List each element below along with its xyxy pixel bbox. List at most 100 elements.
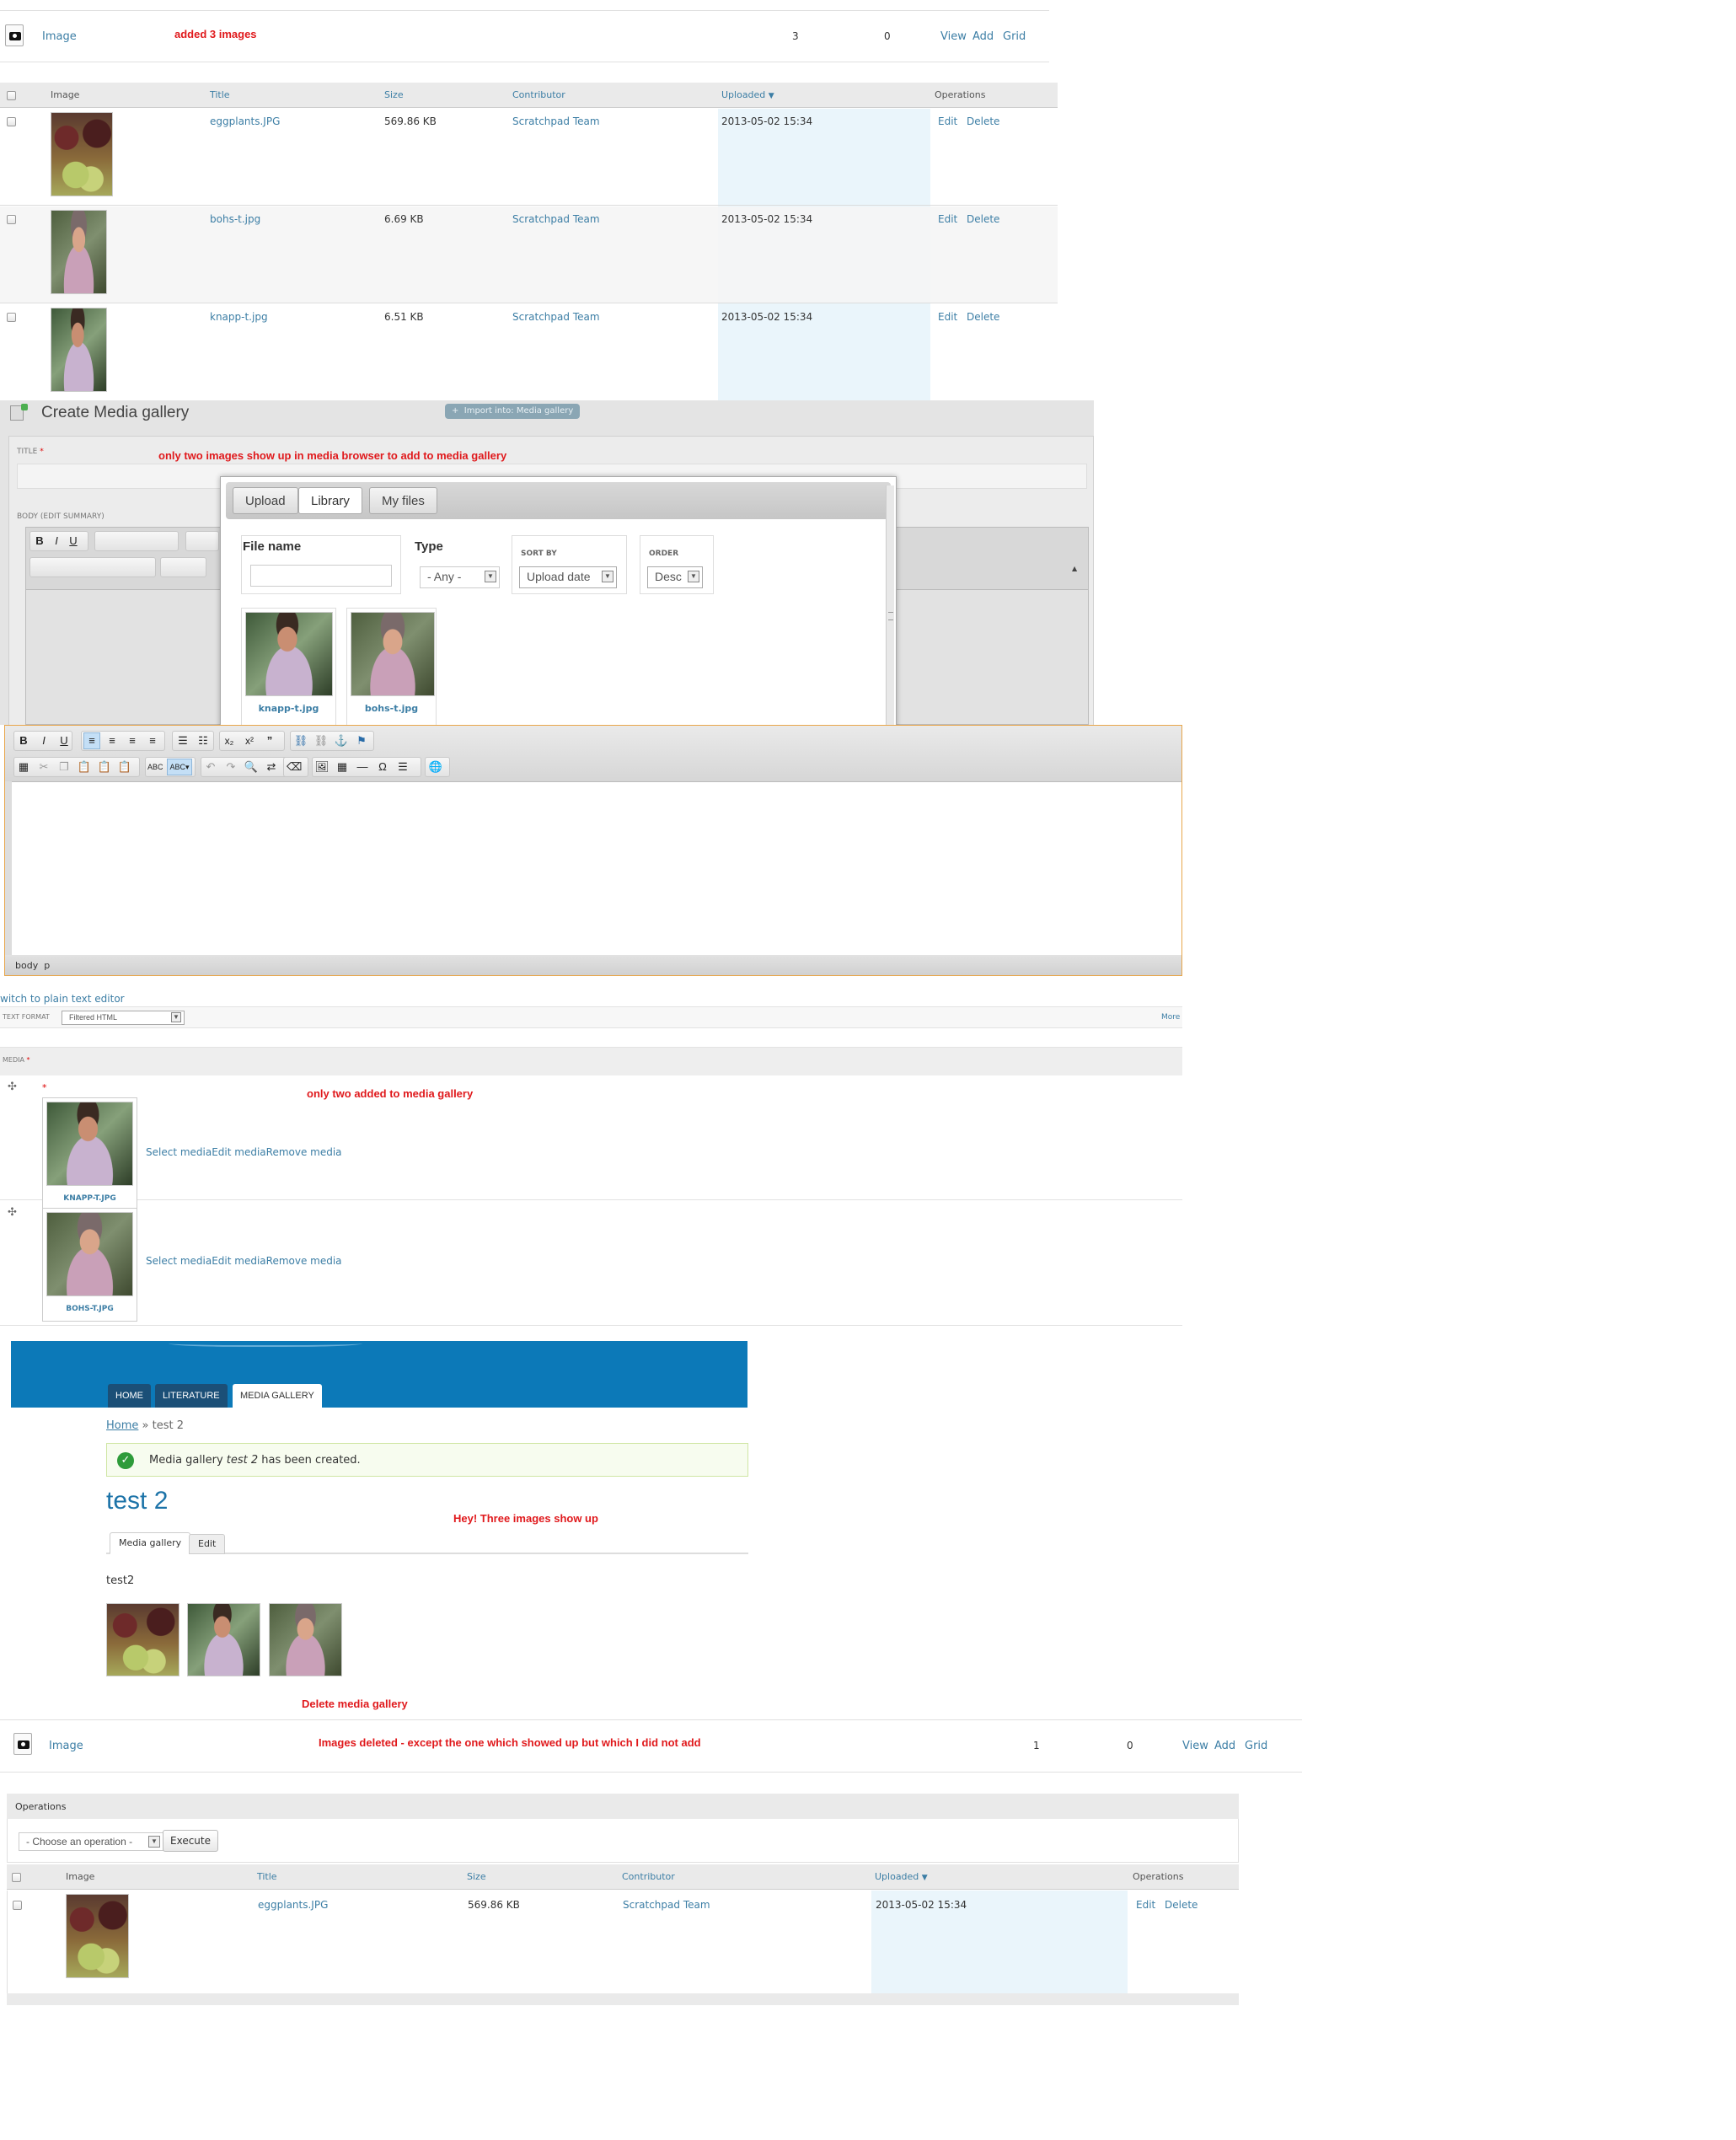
tab-edit[interactable]: Edit (189, 1534, 226, 1554)
col-title[interactable]: Title (210, 83, 230, 108)
align-justify-icon[interactable]: ≡ (144, 732, 161, 749)
contributor-link[interactable]: Scratchpad Team (623, 1899, 710, 1911)
tab-my-files[interactable]: My files (369, 487, 437, 514)
find-icon[interactable]: 🔍 (243, 759, 260, 775)
grid-link[interactable]: Grid (1245, 1740, 1267, 1752)
eggplants-thumbnail[interactable] (66, 1894, 129, 1978)
drag-handle-icon[interactable]: ✣ (8, 1081, 17, 1093)
gallery-thumbnail-eggplants[interactable] (106, 1603, 179, 1676)
image-type-link[interactable]: Image (42, 30, 77, 43)
replace-icon[interactable]: ⇄ (263, 759, 280, 775)
delete-link[interactable]: Delete (967, 115, 999, 127)
select-all-checkbox[interactable] (12, 1873, 21, 1882)
contributor-link[interactable]: Scratchpad Team (512, 115, 600, 127)
bold-button-bg[interactable]: B (31, 533, 48, 550)
library-item[interactable]: knapp-t.jpg (241, 608, 336, 725)
blockquote-icon[interactable]: ” (261, 732, 278, 749)
edit-link[interactable]: Edit (938, 213, 957, 225)
spellcheck-as-you-type-icon[interactable]: ABC▾ (167, 759, 192, 775)
delete-link[interactable]: Delete (967, 213, 999, 225)
image-icon[interactable]: 🖼 (313, 759, 330, 775)
library-item[interactable]: bohs-t.jpg (346, 608, 437, 725)
row-checkbox[interactable] (7, 215, 16, 224)
nav-literature[interactable]: LITERATURE (155, 1384, 228, 1408)
editor-content-area[interactable] (12, 781, 1181, 955)
breadcrumb-home[interactable]: Home (106, 1419, 138, 1432)
import-button[interactable]: + Import into: Media gallery (445, 404, 580, 419)
grid-link[interactable]: Grid (1003, 30, 1026, 43)
sort-by-select[interactable]: Upload date ▼ (519, 566, 617, 588)
nav-media-gallery[interactable]: MEDIA GALLERY (233, 1384, 322, 1408)
col-uploaded[interactable]: Uploaded ▼ (721, 83, 774, 108)
italic-button-bg[interactable]: I (48, 533, 65, 550)
operation-select[interactable]: - Choose an operation - ▼ (19, 1832, 163, 1851)
media-preview[interactable]: KNAPP-T.JPG (42, 1097, 137, 1211)
row-checkbox[interactable] (7, 117, 16, 126)
underline-button[interactable]: U (56, 732, 72, 749)
file-name-input[interactable] (250, 565, 392, 587)
media-actions-links[interactable]: Select mediaEdit mediaRemove media (146, 1146, 342, 1158)
order-select[interactable]: Desc ▼ (647, 566, 703, 588)
undo-icon[interactable]: ↶ (202, 759, 219, 775)
gallery-thumbnail-bohs[interactable] (269, 1603, 342, 1676)
spellcheck-icon[interactable]: ABC (147, 759, 163, 775)
col-title[interactable]: Title (257, 1864, 277, 1890)
delete-link[interactable]: Delete (1165, 1899, 1198, 1911)
edit-link[interactable]: Edit (938, 311, 957, 323)
media-actions-links[interactable]: Select mediaEdit mediaRemove media (146, 1255, 342, 1267)
contributor-link[interactable]: Scratchpad Team (512, 311, 600, 323)
contributor-link[interactable]: Scratchpad Team (512, 213, 600, 225)
subscript-icon[interactable]: x₂ (221, 732, 238, 749)
more-info-link[interactable]: More (1161, 1013, 1180, 1022)
paste-text-icon[interactable]: 📋 (96, 759, 113, 775)
col-size[interactable]: Size (384, 83, 404, 108)
execute-button[interactable]: Execute (163, 1830, 218, 1852)
copy-icon[interactable]: ❐ (56, 759, 72, 775)
gallery-thumbnail-knapp[interactable] (187, 1603, 260, 1676)
link-icon[interactable]: ⛓ (292, 732, 309, 749)
col-size[interactable]: Size (467, 1864, 486, 1890)
delete-link[interactable]: Delete (967, 311, 999, 323)
align-left-icon[interactable]: ≡ (83, 732, 100, 749)
horizontal-rule-icon[interactable]: ― (354, 759, 371, 775)
text-format-select[interactable]: Filtered HTML ▼ (62, 1011, 185, 1025)
globe-icon[interactable]: 🌐 (427, 759, 444, 775)
type-select[interactable]: - Any - ▼ (420, 566, 500, 588)
file-title-link[interactable]: eggplants.JPG (258, 1899, 328, 1911)
switch-editor-link[interactable]: witch to plain text editor (0, 993, 125, 1005)
select-all-checkbox[interactable] (7, 91, 16, 100)
tab-upload[interactable]: Upload (233, 487, 298, 514)
col-uploaded[interactable]: Uploaded ▼ (875, 1864, 928, 1890)
edit-link[interactable]: Edit (1136, 1899, 1155, 1911)
bullet-list-icon[interactable]: ☷ (195, 732, 212, 749)
drag-handle-icon[interactable]: ✣ (8, 1206, 17, 1219)
cut-icon[interactable]: ✂ (35, 759, 52, 775)
align-right-icon[interactable]: ≡ (124, 732, 141, 749)
paste-word-icon[interactable]: 📋 (116, 759, 133, 775)
numbered-list-icon[interactable]: ☰ (174, 732, 191, 749)
col-contributor[interactable]: Contributor (512, 83, 565, 108)
table-icon[interactable]: ▦ (334, 759, 351, 775)
bohs-thumbnail[interactable] (51, 210, 107, 294)
row-checkbox[interactable] (13, 1901, 22, 1910)
knapp-thumbnail[interactable] (51, 308, 107, 392)
tab-library[interactable]: Library (298, 487, 362, 514)
paste-icon[interactable]: 📋 (76, 759, 93, 775)
eggplants-thumbnail[interactable] (51, 112, 113, 196)
special-char-icon[interactable]: Ω (374, 759, 391, 775)
unlink-icon[interactable]: ⛓ (313, 732, 330, 749)
file-title-link[interactable]: knapp-t.jpg (210, 311, 268, 323)
source-icon[interactable]: ▦ (15, 759, 32, 775)
remove-format-icon[interactable]: ⌫ (286, 759, 303, 775)
align-center-icon[interactable]: ≡ (104, 732, 121, 749)
nav-home[interactable]: HOME (108, 1384, 151, 1408)
redo-icon[interactable]: ↷ (222, 759, 239, 775)
media-preview[interactable]: BOHS-T.JPG (42, 1208, 137, 1322)
bold-button[interactable]: B (15, 732, 32, 749)
flag-icon[interactable]: ⚑ (353, 732, 370, 749)
file-title-link[interactable]: eggplants.JPG (210, 115, 280, 127)
row-checkbox[interactable] (7, 313, 16, 322)
edit-link[interactable]: Edit (938, 115, 957, 127)
image-type-link[interactable]: Image (49, 1740, 83, 1752)
page-break-icon[interactable]: ☰ (394, 759, 411, 775)
